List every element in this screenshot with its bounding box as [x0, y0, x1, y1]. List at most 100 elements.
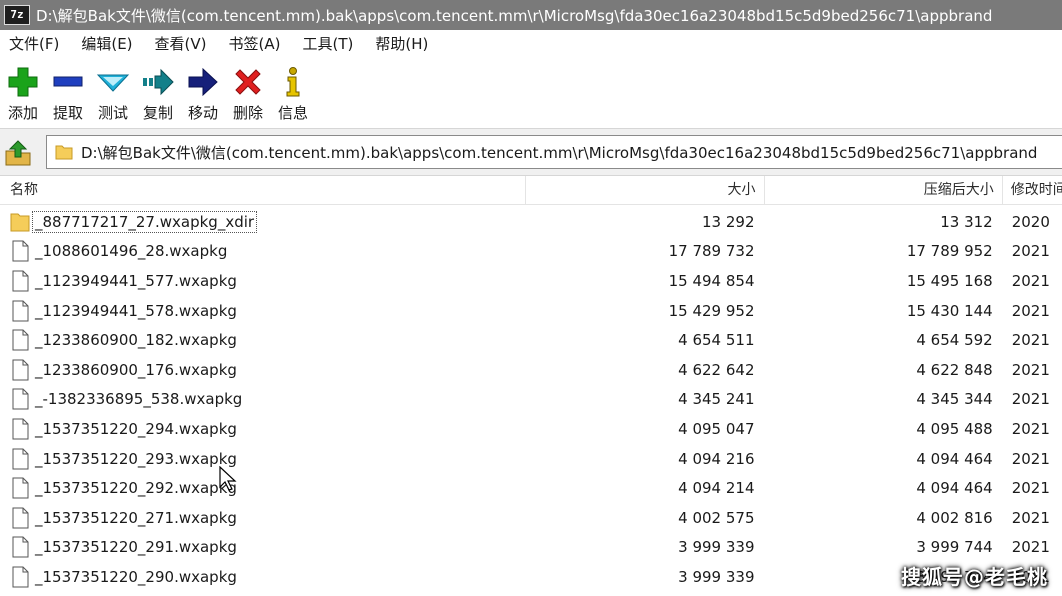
file-modified: 2021 — [1011, 301, 1050, 320]
file-row[interactable]: _-1382336895_538.wxapkg 4 345 241 4 345 34… — [0, 385, 1062, 415]
file-size: 4 622 642 — [678, 360, 755, 379]
test-button[interactable]: 测试 — [91, 58, 135, 128]
arrow-right-icon — [185, 64, 221, 100]
info-label: 信息 — [277, 104, 308, 122]
file-name-cell: _1088601496_28.wxapkg — [0, 240, 526, 262]
copy-button[interactable]: 复制 — [136, 58, 180, 128]
info-button[interactable]: 信息 — [271, 58, 315, 128]
menu-edit[interactable]: 编辑(E) — [70, 30, 143, 58]
file-modified: 2021 — [1011, 538, 1050, 557]
file-row[interactable]: _887717217_27.wxapkg_xdir 13 292 13 312 202… — [0, 207, 1062, 237]
file-list: 名称 大小 压缩后大小 修改时间 _887717217_27.wxapkg_xd… — [0, 176, 1062, 596]
file-name-cell: _1233860900_176.wxapkg — [0, 359, 526, 381]
file-name-cell: _1537351220_292.wxapkg — [0, 477, 526, 499]
file-modified: 2021 — [1011, 390, 1050, 409]
column-header-size[interactable]: 大小 — [526, 176, 765, 204]
file-icon — [10, 536, 30, 558]
file-row[interactable]: _1123949441_578.wxapkg 15 429 952 15 430 1… — [0, 296, 1062, 326]
file-packed-size: 15 430 144 — [906, 301, 993, 320]
column-header-packed-size[interactable]: 压缩后大小 — [765, 176, 1003, 204]
file-icon — [10, 448, 30, 470]
add-label: 添加 — [7, 104, 38, 122]
file-row[interactable]: _1537351220_292.wxapkg 4 094 214 4 094 464… — [0, 473, 1062, 503]
file-name-cell: _1537351220_293.wxapkg — [0, 448, 526, 470]
double-arrow-icon — [140, 64, 176, 100]
extract-label: 提取 — [52, 104, 83, 122]
file-row[interactable]: _1537351220_293.wxapkg 4 094 216 4 094 464… — [0, 444, 1062, 474]
info-icon — [275, 64, 311, 100]
move-button[interactable]: 移动 — [181, 58, 225, 128]
file-name: _1537351220_290.wxapkg — [35, 567, 237, 586]
move-label: 移动 — [187, 104, 218, 122]
parent-folder-button[interactable] — [4, 139, 34, 167]
copy-label: 复制 — [142, 104, 173, 122]
check-chevron-icon — [95, 64, 131, 100]
path-text: D:\解包Bak文件\微信(com.tencent.mm).bak\apps\c… — [81, 143, 1038, 162]
file-row[interactable]: _1233860900_176.wxapkg 4 622 642 4 622 848… — [0, 355, 1062, 385]
window-titlebar[interactable]: 7z D:\解包Bak文件\微信(com.tencent.mm).bak\app… — [0, 0, 1062, 30]
file-name: _1233860900_182.wxapkg — [35, 331, 237, 350]
file-row[interactable]: _1537351220_294.wxapkg 4 095 047 4 095 488… — [0, 414, 1062, 444]
file-name-cell: _1123949441_577.wxapkg — [0, 270, 526, 292]
file-modified: 2021 — [1011, 360, 1050, 379]
file-row[interactable]: _1088601496_28.wxapkg 17 789 732 17 789 95… — [0, 237, 1062, 267]
file-size: 4 095 047 — [678, 419, 755, 438]
file-name: _1123949441_577.wxapkg — [35, 271, 237, 290]
test-label: 测试 — [97, 104, 128, 122]
delete-button[interactable]: 删除 — [226, 58, 270, 128]
file-row[interactable]: _1233860900_182.wxapkg 4 654 511 4 654 592… — [0, 325, 1062, 355]
menu-bar: 文件(F) 编辑(E) 查看(V) 书签(A) 工具(T) 帮助(H) — [0, 30, 1062, 58]
delete-label: 删除 — [232, 104, 263, 122]
column-header-modified[interactable]: 修改时间 — [1003, 176, 1062, 204]
file-size: 3 999 339 — [678, 538, 755, 557]
file-size: 4 094 214 — [678, 479, 755, 498]
address-bar: D:\解包Bak文件\微信(com.tencent.mm).bak\apps\c… — [0, 128, 1062, 176]
menu-file[interactable]: 文件(F) — [0, 30, 70, 58]
file-name: _1537351220_291.wxapkg — [35, 538, 237, 557]
file-row[interactable]: _1123949441_577.wxapkg 15 494 854 15 495 1… — [0, 266, 1062, 296]
file-name: _1537351220_292.wxapkg — [35, 479, 237, 498]
file-name-cell: _887717217_27.wxapkg_xdir — [0, 210, 526, 233]
file-modified: 2021 — [1011, 419, 1050, 438]
up-folder-icon — [5, 140, 31, 166]
file-icon — [10, 359, 30, 381]
column-header-name[interactable]: 名称 — [0, 176, 527, 204]
file-modified: 2021 — [1011, 449, 1050, 468]
menu-view[interactable]: 查看(V) — [144, 30, 218, 58]
7zip-app-icon: 7z — [4, 5, 30, 25]
file-modified: 2021 — [1011, 508, 1050, 527]
file-modified: 2021 — [1011, 271, 1050, 290]
file-name-cell: _1123949441_578.wxapkg — [0, 300, 526, 322]
file-name: _1537351220_293.wxapkg — [35, 449, 237, 468]
plus-icon — [5, 64, 41, 100]
file-packed-size: 4 094 464 — [916, 479, 993, 498]
file-size: 17 789 732 — [668, 242, 755, 261]
file-icon — [10, 507, 30, 529]
menu-bookmarks[interactable]: 书签(A) — [218, 30, 292, 58]
file-size: 4 094 216 — [678, 449, 755, 468]
file-name: _-1382336895_538.wxapkg — [35, 390, 243, 409]
file-modified: 2021 — [1011, 242, 1050, 261]
file-name: _887717217_27.wxapkg_xdir — [31, 210, 258, 233]
menu-help[interactable]: 帮助(H) — [364, 30, 439, 58]
file-size: 15 494 854 — [668, 271, 755, 290]
menu-tools[interactable]: 工具(T) — [291, 30, 364, 58]
file-rows: _887717217_27.wxapkg_xdir 13 292 13 312 202… — [0, 207, 1062, 592]
file-row[interactable]: _1537351220_291.wxapkg 3 999 339 3 999 744… — [0, 533, 1062, 563]
window-title: D:\解包Bak文件\微信(com.tencent.mm).bak\apps\c… — [36, 6, 993, 25]
minus-icon — [50, 64, 86, 100]
file-packed-size: 4 345 344 — [916, 390, 993, 409]
file-row[interactable]: _1537351220_271.wxapkg 4 002 575 4 002 816… — [0, 503, 1062, 533]
path-field[interactable]: D:\解包Bak文件\微信(com.tencent.mm).bak\apps\c… — [46, 135, 1062, 169]
file-size: 13 292 — [702, 212, 755, 231]
extract-button[interactable]: 提取 — [46, 58, 90, 128]
file-icon — [10, 388, 30, 410]
file-icon — [10, 300, 30, 322]
red-x-icon — [230, 64, 266, 100]
file-icon — [10, 477, 30, 499]
file-name-cell: _1537351220_290.wxapkg — [0, 566, 526, 588]
folder-icon — [55, 144, 73, 160]
file-icon — [10, 566, 30, 588]
add-button[interactable]: 添加 — [1, 58, 45, 128]
file-name-cell: _-1382336895_538.wxapkg — [0, 388, 526, 410]
